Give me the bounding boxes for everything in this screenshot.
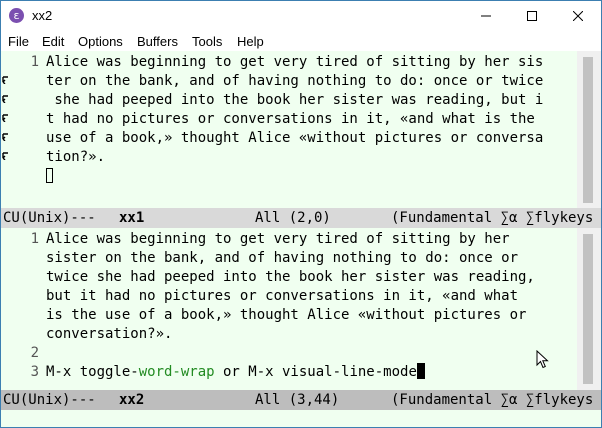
- text-line: ter on the bank, and of having nothing t…: [46, 73, 544, 89]
- echo-area[interactable]: [1, 410, 601, 427]
- minimize-icon: [481, 15, 491, 17]
- editor-pane-xx1[interactable]: 1 Alice was beginning to get very tired …: [1, 51, 577, 208]
- emacs-icon: ε: [9, 8, 24, 23]
- continuation-arrow-icon: [2, 152, 8, 160]
- text-cursor: [416, 363, 425, 379]
- mode-line-position: All (2,0): [255, 210, 331, 226]
- text-line: use of a book,» thought Alice «without p…: [46, 130, 544, 146]
- mode-line-xx2[interactable]: CU(Unix)--- xx2 All (3,44) (Fundamental …: [1, 390, 601, 410]
- scrollbar-thumb[interactable]: [583, 234, 593, 384]
- text-cursor-inactive: [46, 168, 53, 183]
- menu-file[interactable]: File: [8, 34, 29, 49]
- mode-line-xx1[interactable]: CU(Unix)--- xx1 All (2,0) (Fundamental ∑…: [1, 208, 601, 228]
- menu-edit[interactable]: Edit: [42, 34, 64, 49]
- command-text: M-x toggle-: [46, 364, 139, 380]
- line-number: 1: [30, 231, 39, 247]
- menu-options[interactable]: Options: [78, 34, 123, 49]
- text-line: Alice was beginning to get very tired of…: [46, 54, 544, 70]
- line-number: 2: [30, 345, 39, 361]
- text-line: but it had no pictures or conversations …: [46, 288, 519, 304]
- text-line: is the use of a book,» thought Alice «wi…: [46, 307, 527, 323]
- text-line: she had peeped into the book her sister …: [46, 92, 544, 108]
- mode-line-buffer-name[interactable]: xx2: [119, 390, 144, 410]
- mode-line-coding: CU(Unix)---: [3, 210, 96, 226]
- command-text-line: M-x toggle-word-wrap or M-x visual-line-…: [46, 363, 425, 382]
- left-fringe: [1, 51, 10, 208]
- title-bar[interactable]: ε xx2: [1, 1, 601, 31]
- text-line: t had no pictures or conversations in it…: [46, 111, 544, 127]
- menu-buffers[interactable]: Buffers: [137, 34, 178, 49]
- line-number: 3: [30, 364, 39, 380]
- emacs-window: ε xx2 File Edit Options Buffers Tools He…: [0, 0, 602, 428]
- text-line: sister on the bank, and of having nothin…: [46, 250, 519, 266]
- menu-help[interactable]: Help: [237, 34, 264, 49]
- scrollbar-xx1[interactable]: [577, 51, 601, 208]
- window-title: xx2: [32, 8, 53, 23]
- text-line: twice she had peeped into the book her s…: [46, 269, 535, 285]
- continuation-arrow-icon: [2, 95, 8, 103]
- mode-line-modes[interactable]: (Fundamental ∑α ∑flykeys: [391, 390, 593, 410]
- line-number: 1: [30, 54, 39, 70]
- minimize-button[interactable]: [463, 1, 509, 31]
- mode-line-buffer-name[interactable]: xx1: [119, 208, 144, 228]
- scrollbar-thumb[interactable]: [583, 57, 593, 203]
- maximize-icon: [527, 11, 537, 21]
- menu-tools[interactable]: Tools: [192, 34, 222, 49]
- command-keyword: word-wrap: [138, 364, 215, 380]
- menu-bar: File Edit Options Buffers Tools Help: [1, 31, 601, 51]
- mode-line-modes[interactable]: (Fundamental ∑α ∑flykeys: [391, 208, 593, 228]
- text-line: conversation?».: [46, 326, 173, 342]
- continuation-arrow-icon: [2, 114, 8, 122]
- continuation-arrow-icon: [2, 133, 8, 141]
- close-button[interactable]: [555, 1, 601, 31]
- command-text: or M-x visual-line-mode: [214, 364, 417, 380]
- scrollbar-xx2[interactable]: [577, 228, 601, 390]
- close-icon: [573, 11, 583, 21]
- editor-pane-xx2[interactable]: 1 Alice was beginning to get very tired …: [1, 228, 577, 390]
- text-line: tion?».: [46, 149, 106, 165]
- mouse-pointer-icon: [536, 350, 549, 369]
- mode-line-position: All (3,44): [255, 392, 340, 408]
- maximize-button[interactable]: [509, 1, 555, 31]
- continuation-arrow-icon: [2, 76, 8, 84]
- mode-line-coding: CU(Unix)---: [3, 392, 96, 408]
- text-line: Alice was beginning to get very tired of…: [46, 231, 510, 247]
